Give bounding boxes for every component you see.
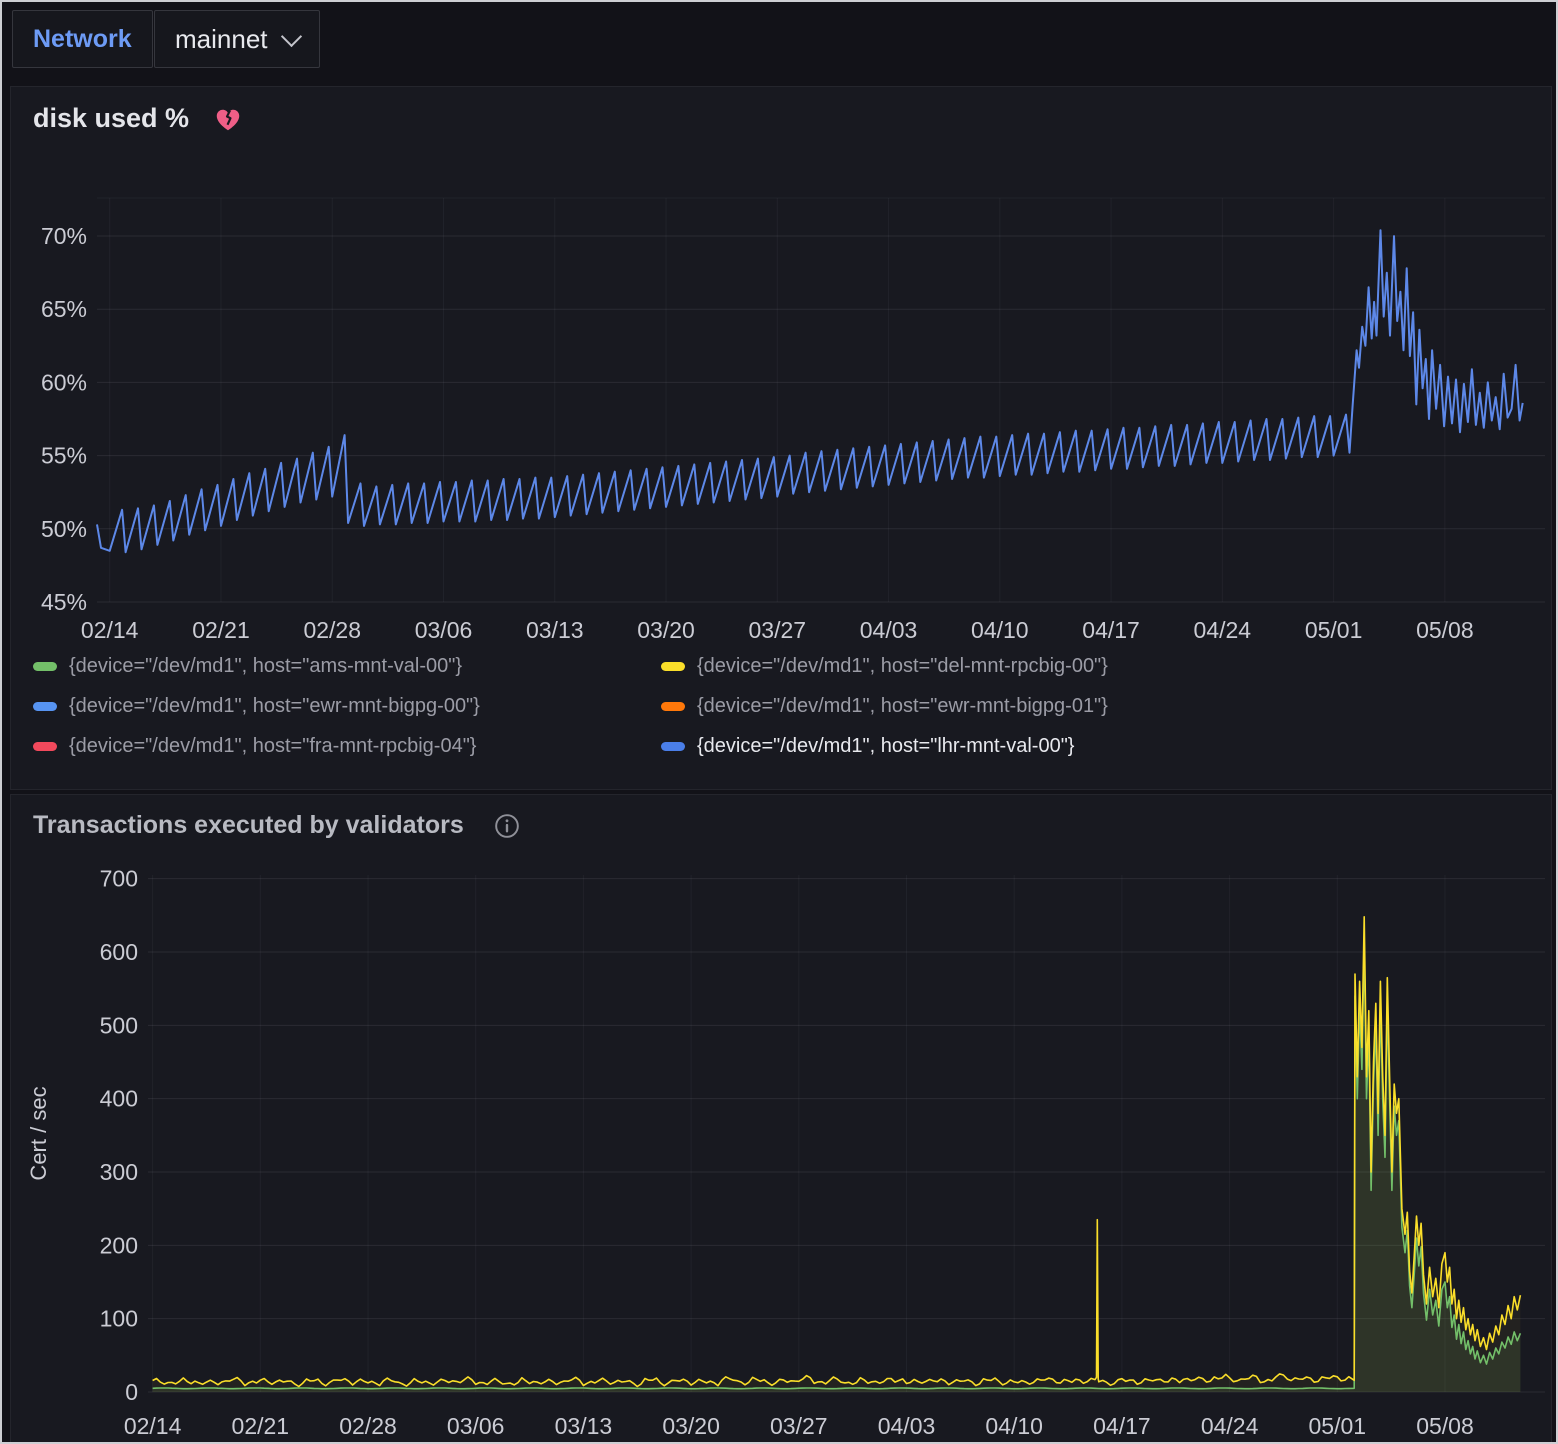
legend-series-color-chip xyxy=(33,742,57,751)
disk-panel-header[interactable]: disk used % xyxy=(33,103,243,134)
tx-validators-panel: Transactions executed by validators xyxy=(10,794,1552,1444)
tx-chart-plot-area[interactable] xyxy=(157,876,1554,1393)
legend-series-color-chip xyxy=(33,662,57,671)
disk-chart-plot-area[interactable] xyxy=(106,199,1554,687)
legend-series-color-chip xyxy=(33,702,57,711)
dashboard: Network mainnet disk used % {device="/de… xyxy=(0,0,1558,1444)
legend-item-2[interactable]: {device="/dev/md1", host="ewr-mnt-bigpg-… xyxy=(33,695,633,718)
legend-item-5[interactable]: {device="/dev/md1", host="lhr-mnt-val-00… xyxy=(661,735,1261,758)
legend-series-label: {device="/dev/md1", host="lhr-mnt-val-00… xyxy=(697,735,1074,758)
chevron-down-icon xyxy=(280,25,301,46)
tx-panel-header[interactable]: Transactions executed by validators xyxy=(33,811,520,840)
network-variable-dropdown[interactable]: mainnet xyxy=(154,10,320,68)
legend-item-0[interactable]: {device="/dev/md1", host="ams-mnt-val-00… xyxy=(33,655,633,678)
network-value-text: mainnet xyxy=(175,24,268,55)
network-label-text: Network xyxy=(33,25,132,54)
network-variable-label[interactable]: Network xyxy=(12,10,153,68)
legend-series-color-chip xyxy=(661,702,685,711)
legend-series-label: {device="/dev/md1", host="fra-mnt-rpcbig… xyxy=(69,735,477,758)
disk-chart-legend: {device="/dev/md1", host="ams-mnt-val-00… xyxy=(33,655,1533,758)
legend-series-label: {device="/dev/md1", host="ams-mnt-val-00… xyxy=(69,655,462,678)
legend-series-label: {device="/dev/md1", host="ewr-mnt-bigpg-… xyxy=(69,695,480,718)
legend-series-color-chip xyxy=(661,662,685,671)
legend-series-label: {device="/dev/md1", host="ewr-mnt-bigpg-… xyxy=(697,695,1108,718)
info-circle-icon[interactable] xyxy=(494,813,520,839)
tx-panel-title: Transactions executed by validators xyxy=(33,811,464,840)
legend-item-3[interactable]: {device="/dev/md1", host="ewr-mnt-bigpg-… xyxy=(661,695,1261,718)
legend-item-4[interactable]: {device="/dev/md1", host="fra-mnt-rpcbig… xyxy=(33,735,633,758)
legend-series-label: {device="/dev/md1", host="del-mnt-rpcbig… xyxy=(697,655,1108,678)
disk-panel-title: disk used % xyxy=(33,103,189,134)
legend-series-color-chip xyxy=(661,742,685,751)
heart-break-icon[interactable] xyxy=(213,104,243,134)
legend-item-1[interactable]: {device="/dev/md1", host="del-mnt-rpcbig… xyxy=(661,655,1261,678)
dashboard-toolbar: Network mainnet xyxy=(2,2,1556,80)
disk-used-panel: disk used % {device="/dev/md1", host="am… xyxy=(10,86,1552,790)
